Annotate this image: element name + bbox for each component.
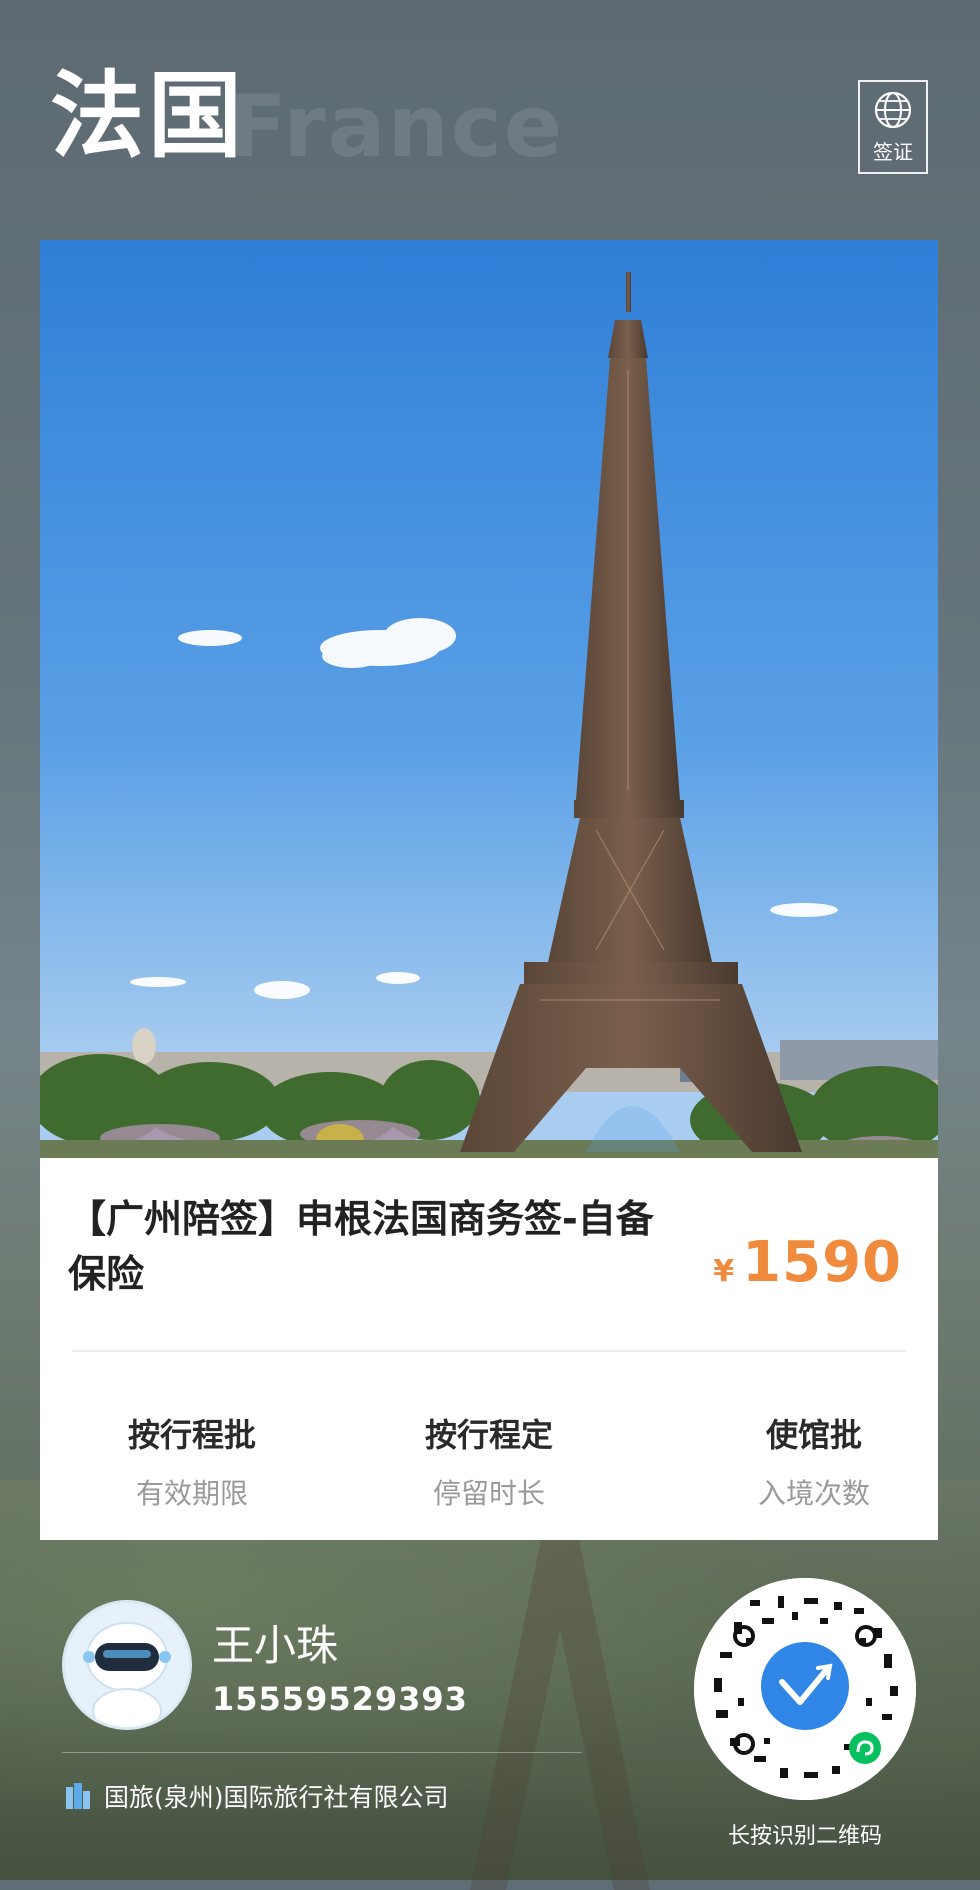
price-currency: ¥ <box>713 1254 735 1289</box>
price: ¥ 1590 <box>713 1230 902 1295</box>
mini-program-qr[interactable] <box>694 1578 916 1800</box>
robot-avatar <box>65 1603 189 1727</box>
page-title: 法国 <box>50 62 247 171</box>
info-value: 使馆批 <box>765 1416 862 1454</box>
info-entries: 使馆批 入境次数 <box>704 1410 924 1512</box>
agent-avatar[interactable] <box>62 1600 192 1730</box>
divider <box>72 1350 906 1352</box>
qr-hint: 长按识别二维码 <box>727 1824 882 1849</box>
visa-button[interactable]: 签证 <box>858 80 928 174</box>
product-card[interactable]: 【广州陪签】申根法国商务签-自备保险 ¥ 1590 按行程批 有效期限 按行程定… <box>40 240 938 1540</box>
info-label: 入境次数 <box>757 1477 870 1510</box>
globe-icon <box>874 91 912 128</box>
header-watermark: France <box>228 77 565 177</box>
info-validity: 按行程批 有效期限 <box>82 1410 302 1512</box>
price-amount: 1590 <box>742 1230 902 1295</box>
info-value: 按行程批 <box>127 1416 256 1454</box>
product-title: 【广州陪签】申根法国商务签-自备保险 <box>68 1197 654 1297</box>
building-icon <box>66 1783 90 1809</box>
visa-info-row: 按行程批 有效期限 按行程定 停留时长 使馆批 入境次数 <box>40 1410 938 1520</box>
qr-code-icon <box>694 1578 916 1800</box>
info-label: 停留时长 <box>432 1477 545 1510</box>
visa-button-label: 签证 <box>873 139 913 164</box>
info-stay-duration: 按行程定 停留时长 <box>379 1410 599 1512</box>
info-label: 有效期限 <box>135 1477 248 1510</box>
footer-divider <box>62 1752 582 1753</box>
info-value: 按行程定 <box>424 1416 553 1454</box>
eiffel-tower-photo <box>40 240 938 1158</box>
company-name: 国旅(泉州)国际旅行社有限公司 <box>104 1783 449 1812</box>
agent-name: 王小珠 <box>212 1621 339 1670</box>
company-info: 国旅(泉州)国际旅行社有限公司 <box>66 1778 449 1814</box>
agent-phone[interactable]: 15559529393 <box>212 1680 468 1718</box>
